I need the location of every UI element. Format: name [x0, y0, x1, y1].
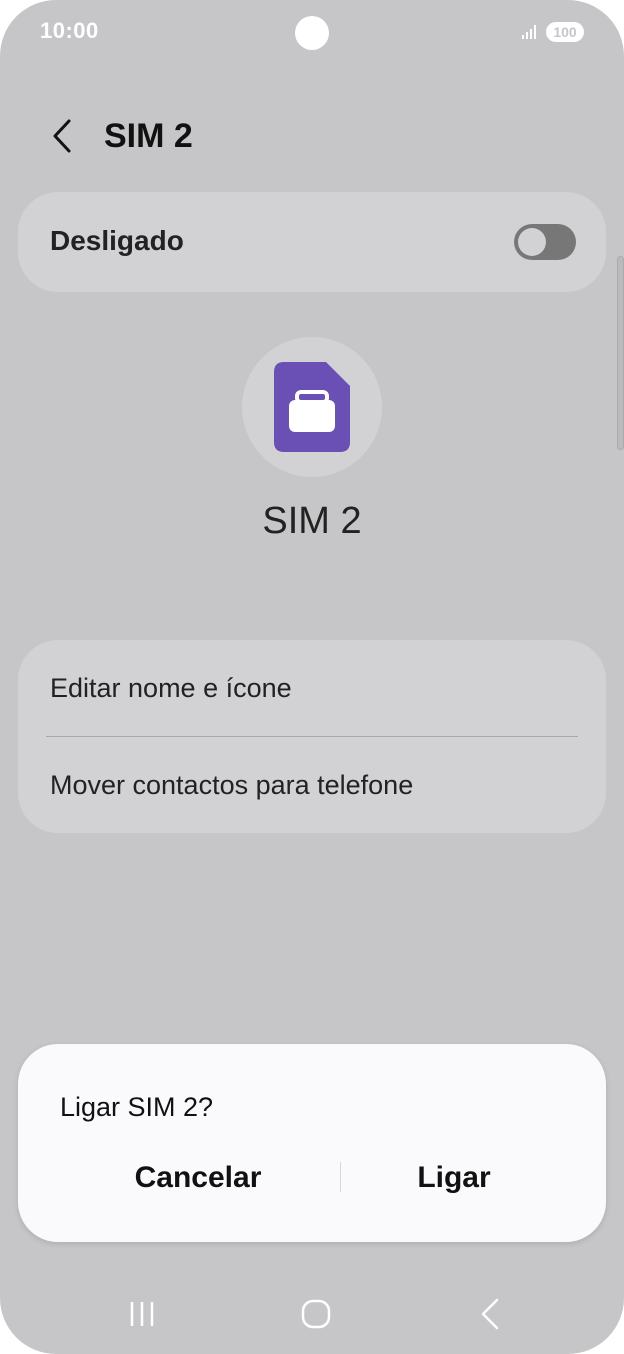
scrollbar[interactable] — [617, 256, 624, 450]
chevron-left-icon — [53, 119, 71, 153]
sim-toggle-label: Desligado — [50, 225, 184, 256]
option-label: Mover contactos para telefone — [50, 769, 414, 800]
nav-back-button[interactable] — [460, 1292, 520, 1336]
signal-icon — [522, 25, 536, 39]
sim-name: SIM 2 — [262, 500, 362, 542]
battery-level: 100 — [553, 24, 577, 40]
sim-icon-container — [242, 337, 382, 477]
enable-sim-dialog: Ligar SIM 2? Cancelar Ligar — [18, 1044, 606, 1242]
page-title: SIM 2 — [104, 117, 193, 155]
back-icon — [481, 1298, 499, 1330]
cancel-button[interactable]: Cancelar — [78, 1150, 318, 1206]
home-button[interactable] — [286, 1292, 346, 1336]
switch-knob — [518, 228, 546, 256]
phone-screen: 10:00 100 SIM 2 Desligado SIM 2 Editar n… — [0, 0, 624, 1354]
sim-toggle-switch[interactable] — [514, 224, 576, 260]
recent-apps-button[interactable] — [112, 1292, 172, 1336]
battery-icon: 100 — [546, 22, 584, 42]
move-contacts-option[interactable]: Mover contactos para telefone — [18, 737, 606, 833]
edit-name-icon-option[interactable]: Editar nome e ícone — [18, 640, 606, 736]
camera-cutout — [295, 16, 329, 50]
enable-button[interactable]: Ligar — [334, 1150, 574, 1206]
back-button[interactable] — [44, 114, 80, 158]
dialog-title: Ligar SIM 2? — [60, 1092, 214, 1122]
sim-card-briefcase-icon — [274, 362, 350, 452]
option-label: Editar nome e ícone — [50, 672, 292, 703]
home-icon — [301, 1299, 331, 1329]
options-card: Editar nome e ícone Mover contactos para… — [18, 640, 606, 833]
status-time: 10:00 — [40, 18, 99, 43]
recent-apps-icon — [130, 1302, 154, 1326]
sim-toggle-row[interactable]: Desligado — [18, 192, 606, 292]
